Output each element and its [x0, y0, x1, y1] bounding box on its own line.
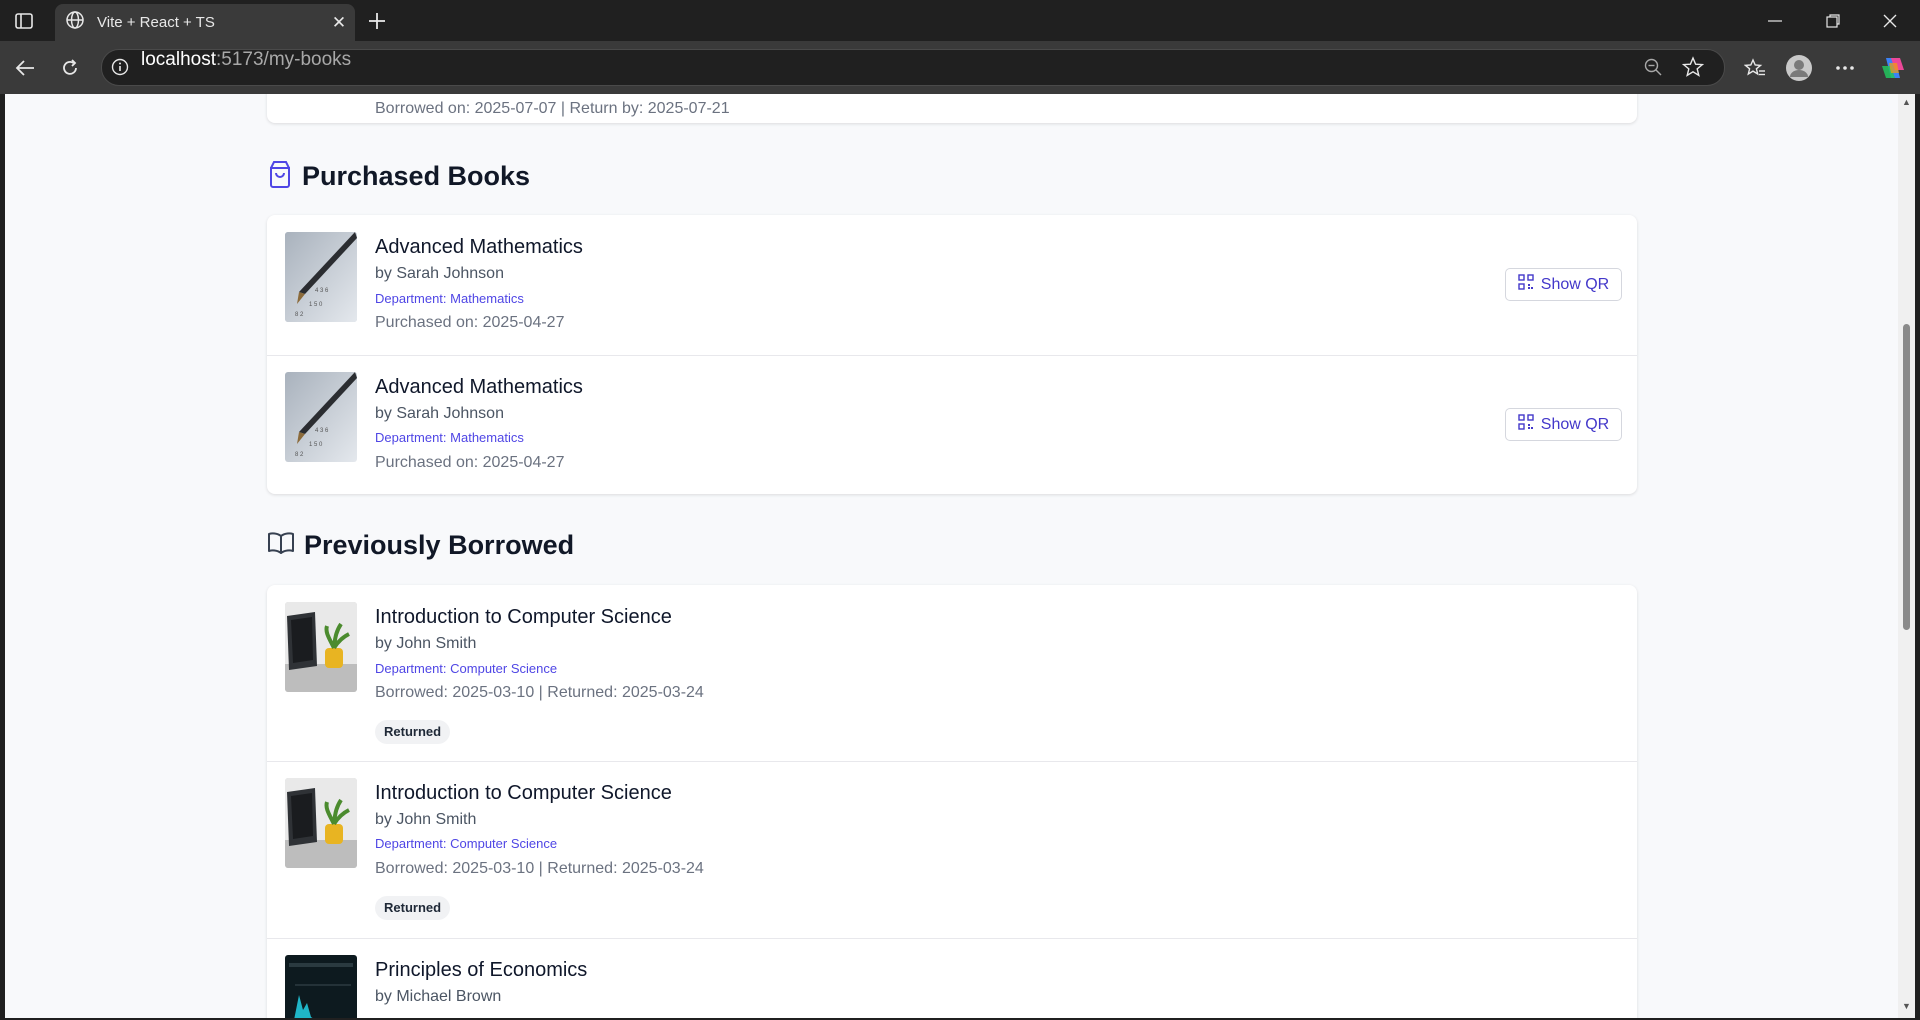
show-qr-button[interactable]: Show QR — [1505, 268, 1622, 301]
book-cover: 4 3 6 1 5 0 8 2 — [285, 232, 357, 322]
book-date: Borrowed: 2025-03-10 | Returned: 2025-03… — [375, 684, 704, 701]
book-title: Introduction to Computer Science — [375, 606, 672, 628]
more-menu-icon[interactable] — [1828, 51, 1862, 85]
previous-books-card: Introduction to Computer Science by John… — [267, 585, 1637, 1018]
browser-toolbar: localhost:5173/my-books — [0, 41, 1920, 94]
purchased-books-card: 4 3 6 1 5 0 8 2 Advanced Mathematics by Sa… — [267, 215, 1637, 494]
open-book-icon — [267, 531, 295, 560]
qr-code-icon — [1518, 414, 1534, 435]
book-date: Purchased on: 2025-04-27 — [375, 314, 565, 331]
previous-item: Introduction to Computer Science by John… — [267, 585, 1637, 761]
book-title: Principles of Economics — [375, 959, 588, 981]
scroll-up-icon[interactable]: ▲ — [1902, 98, 1911, 107]
browser-tab[interactable]: Vite + React + TS ✕ — [55, 4, 355, 41]
svg-text:4 3 6: 4 3 6 — [315, 428, 329, 434]
shopping-bag-icon — [267, 160, 293, 193]
close-window-icon[interactable] — [1865, 4, 1915, 38]
previous-section-header: Previously Borrowed — [267, 530, 574, 561]
book-department: Department: Mathematics — [375, 291, 524, 306]
purchased-section-header: Purchased Books — [267, 160, 530, 193]
book-department: Department: Computer Science — [375, 836, 558, 851]
book-cover: 4 3 6 1 5 0 8 2 — [285, 372, 357, 462]
svg-text:1 5 0: 1 5 0 — [309, 442, 323, 448]
restore-icon[interactable] — [1808, 4, 1858, 38]
sidebar-toggle-icon[interactable] — [12, 10, 36, 32]
book-date: Borrowed: 2025-03-10 | Returned: 2025-03… — [375, 860, 704, 877]
book-author: by Sarah Johnson — [375, 405, 504, 422]
page-viewport: Borrowed on: 2025-07-07 | Return by: 202… — [5, 94, 1898, 1018]
book-cover — [285, 778, 357, 868]
svg-text:1 5 0: 1 5 0 — [309, 302, 323, 308]
book-title: Advanced Mathematics — [375, 236, 583, 258]
close-tab-icon[interactable]: ✕ — [323, 7, 355, 39]
book-cover — [285, 955, 357, 1018]
scroll-thumb[interactable] — [1903, 324, 1910, 630]
book-title: Advanced Mathematics — [375, 376, 583, 398]
svg-text:8 2: 8 2 — [295, 452, 304, 458]
show-qr-label: Show QR — [1540, 275, 1610, 293]
tab-title: Vite + React + TS — [97, 14, 215, 31]
vertical-scrollbar[interactable]: ▲ ▼ — [1898, 94, 1915, 1018]
profile-avatar-icon[interactable] — [1782, 51, 1816, 85]
purchased-item: 4 3 6 1 5 0 8 2 Advanced Mathematics by Sa… — [267, 215, 1637, 355]
book-title: Introduction to Computer Science — [375, 782, 672, 804]
new-tab-icon[interactable] — [362, 6, 392, 36]
book-date: Purchased on: 2025-04-27 — [375, 454, 565, 471]
book-author: by Michael Brown — [375, 988, 502, 1005]
reload-icon[interactable] — [53, 51, 87, 85]
status-badge: Returned — [375, 896, 451, 920]
copilot-icon[interactable] — [1876, 51, 1910, 85]
globe-icon — [65, 10, 85, 35]
book-department: Department: Mathematics — [375, 430, 524, 445]
site-info-icon[interactable] — [111, 58, 129, 81]
svg-text:8 2: 8 2 — [295, 312, 304, 318]
show-qr-button[interactable]: Show QR — [1505, 408, 1622, 441]
status-badge: Returned — [375, 720, 451, 744]
previous-item: Principles of Economics by Michael Brown — [267, 939, 1637, 1018]
url-text: localhost:5173/my-books — [141, 49, 352, 70]
minimize-icon[interactable] — [1750, 4, 1800, 38]
book-author: by John Smith — [375, 811, 477, 828]
scroll-down-icon[interactable]: ▼ — [1902, 1002, 1911, 1011]
book-date: Borrowed on: 2025-07-07 | Return by: 202… — [375, 100, 730, 117]
section-title: Purchased Books — [302, 161, 531, 191]
section-title: Previously Borrowed — [304, 530, 575, 560]
favorites-icon[interactable] — [1738, 51, 1772, 85]
back-arrow-icon[interactable] — [8, 51, 42, 85]
svg-text:4 3 6: 4 3 6 — [315, 288, 329, 294]
book-cover — [285, 602, 357, 692]
tab-bar: Vite + React + TS ✕ — [0, 0, 1920, 41]
zoom-out-icon[interactable] — [1644, 58, 1662, 81]
show-qr-label: Show QR — [1540, 415, 1610, 433]
previous-item: Introduction to Computer Science by John… — [267, 762, 1637, 938]
current-borrowed-card: Borrowed on: 2025-07-07 | Return by: 202… — [267, 94, 1637, 123]
book-department: Department: Computer Science — [375, 661, 558, 676]
book-author: by John Smith — [375, 635, 477, 652]
favorite-star-icon[interactable] — [1681, 56, 1705, 83]
purchased-item: 4 3 6 1 5 0 8 2 Advanced Mathematics by Sa… — [267, 356, 1637, 494]
qr-code-icon — [1518, 274, 1534, 295]
book-author: by Sarah Johnson — [375, 265, 504, 282]
